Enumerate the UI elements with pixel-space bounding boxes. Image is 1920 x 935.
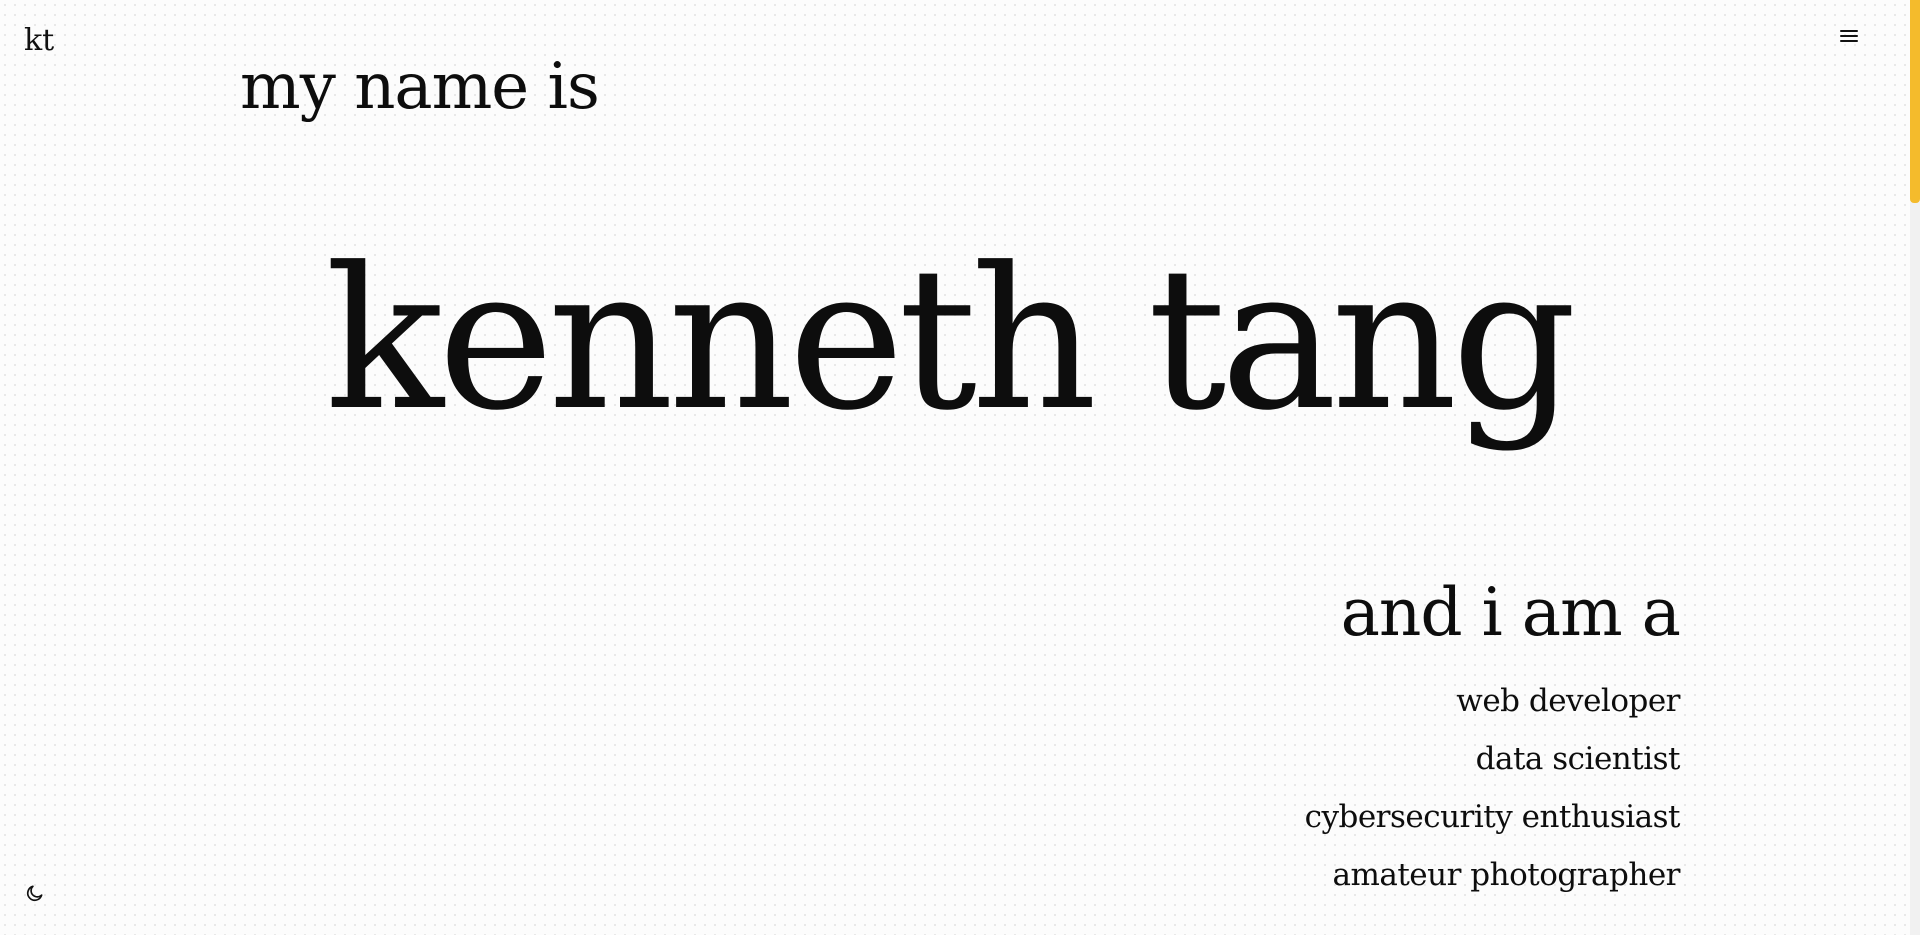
intro-text: my name is xyxy=(240,50,600,124)
menu-button[interactable] xyxy=(1832,24,1866,48)
role-item-data-scientist: data scientist xyxy=(1475,741,1681,777)
hamburger-icon xyxy=(1840,29,1858,43)
scrollbar[interactable] xyxy=(1910,0,1920,935)
theme-toggle-button[interactable] xyxy=(22,880,48,906)
role-item-amateur-photographer: amateur photographer xyxy=(1332,857,1680,893)
scrollbar-thumb[interactable] xyxy=(1910,0,1920,203)
role-item-web-developer: web developer xyxy=(1456,683,1680,719)
moon-icon xyxy=(26,885,43,902)
roles-list: web developer data scientist cybersecuri… xyxy=(1304,678,1681,910)
site-logo[interactable]: kt xyxy=(24,26,54,56)
tagline-text: and i am a xyxy=(1340,574,1681,651)
hero-name: kenneth tang xyxy=(325,226,1577,454)
role-item-cybersecurity-enthusiast: cybersecurity enthusiast xyxy=(1304,799,1681,835)
